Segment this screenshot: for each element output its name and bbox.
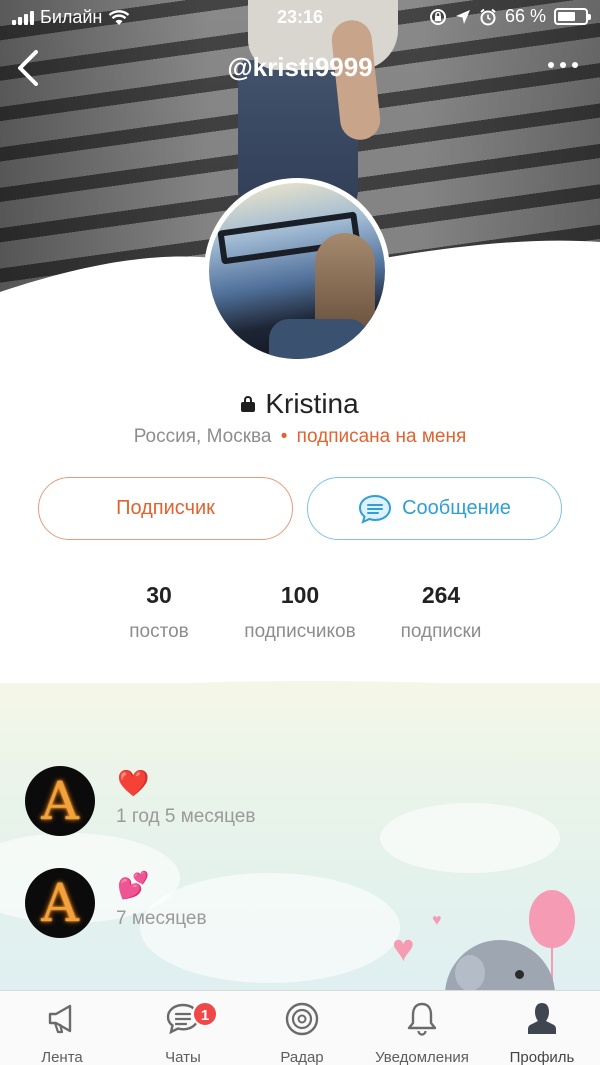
status-bar: Билайн 23:16 66 % bbox=[0, 0, 600, 34]
follow-status: подписана на меня bbox=[296, 426, 467, 447]
status-right: 66 % bbox=[429, 6, 591, 27]
heart-emoji: ❤️ bbox=[117, 768, 150, 798]
tab-feed-label: Лента bbox=[41, 1049, 83, 1065]
username-title: @kristi9999 bbox=[227, 52, 373, 82]
tab-radar-label: Радар bbox=[280, 1049, 324, 1065]
separator-dot: • bbox=[280, 426, 288, 447]
feed-item[interactable]: A ❤️ 1 год 5 месяцев bbox=[25, 766, 585, 836]
message-button-label: Сообщение bbox=[402, 497, 511, 519]
stat-posts-value: 30 bbox=[146, 582, 172, 608]
feed-item-time: 1 год 5 месяцев bbox=[116, 806, 256, 827]
rotation-lock-icon bbox=[429, 8, 446, 25]
stat-following[interactable]: 264 подписки bbox=[386, 582, 496, 643]
chats-unread-badge: 1 bbox=[192, 1001, 218, 1027]
stat-followers-value: 100 bbox=[280, 582, 320, 608]
stat-posts[interactable]: 30 постов bbox=[113, 582, 205, 643]
elephant-eye bbox=[515, 970, 524, 979]
battery-fill bbox=[558, 12, 575, 21]
avatar-photo bbox=[209, 183, 385, 359]
heart-decoration-icon: ♥ bbox=[392, 928, 415, 970]
stat-following-label: подписки bbox=[400, 621, 482, 642]
tab-notifications[interactable]: Уведомления bbox=[367, 999, 477, 1065]
location-arrow-icon bbox=[455, 9, 470, 24]
alarm-icon bbox=[480, 8, 496, 25]
message-icon bbox=[359, 494, 392, 524]
profile-name-row: Kristina bbox=[0, 388, 600, 420]
balloon-illustration bbox=[529, 890, 575, 948]
two-hearts-emoji: 💕 bbox=[117, 870, 150, 900]
megaphone-icon bbox=[48, 1004, 72, 1034]
stat-following-value: 264 bbox=[421, 582, 461, 608]
feed-top-curve bbox=[0, 680, 600, 706]
feed-item-avatar: A bbox=[25, 868, 95, 938]
tab-chats-label: Чаты bbox=[165, 1049, 201, 1065]
follower-button-label: Подписчик bbox=[116, 497, 215, 519]
profile-icon bbox=[528, 1003, 556, 1034]
profile-name: Kristina bbox=[265, 388, 359, 419]
tab-profile[interactable]: Профиль bbox=[487, 999, 597, 1065]
feed-item[interactable]: A 💕 7 месяцев bbox=[25, 868, 585, 938]
follower-button[interactable]: Подписчик bbox=[38, 477, 293, 540]
lock-icon bbox=[241, 396, 256, 412]
fire-letter-a-logo: A bbox=[41, 874, 79, 934]
battery-icon bbox=[554, 8, 591, 25]
radar-icon bbox=[285, 1002, 319, 1036]
more-button[interactable] bbox=[548, 62, 578, 68]
tab-bar: Лента 1 Чаты Радар Уведомления Профиль bbox=[0, 990, 600, 1065]
avatar-jeans bbox=[269, 319, 369, 359]
feed-item-time: 7 месяцев bbox=[116, 908, 207, 929]
tab-chats[interactable]: 1 Чаты bbox=[128, 999, 238, 1065]
more-dots-icon bbox=[548, 62, 554, 68]
elephant-ear bbox=[455, 955, 485, 991]
heart-decoration-icon: ♥ bbox=[432, 912, 442, 929]
tab-feed[interactable]: Лента bbox=[7, 999, 117, 1065]
tab-profile-label: Профиль bbox=[509, 1049, 575, 1065]
feed-item-avatar: A bbox=[25, 766, 95, 836]
stat-followers[interactable]: 100 подписчиков bbox=[229, 582, 371, 643]
profile-avatar[interactable] bbox=[204, 178, 390, 364]
fire-letter-a-logo: A bbox=[41, 772, 79, 832]
tab-radar[interactable]: Радар bbox=[247, 999, 357, 1065]
battery-percent: 66 % bbox=[504, 6, 546, 26]
stat-posts-label: постов bbox=[129, 621, 189, 642]
message-button[interactable]: Сообщение bbox=[307, 477, 562, 540]
stat-followers-label: подписчиков bbox=[244, 621, 356, 642]
tab-notifications-label: Уведомления bbox=[375, 1049, 469, 1065]
bell-icon bbox=[407, 1002, 437, 1036]
location-row: Россия, Москва • подписана на меня bbox=[0, 426, 600, 448]
profile-location: Россия, Москва bbox=[133, 426, 272, 447]
